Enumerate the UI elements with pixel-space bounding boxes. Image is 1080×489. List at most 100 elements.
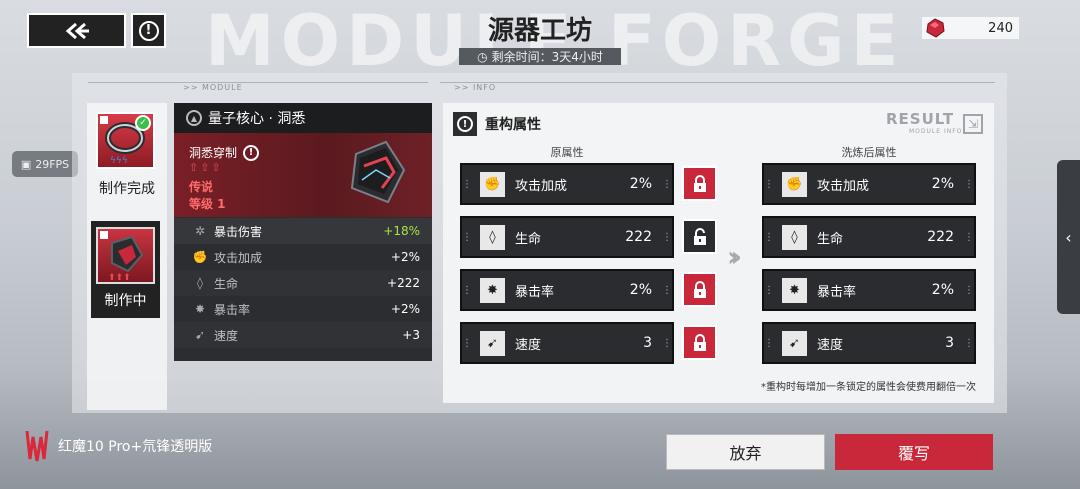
page-title: 源器工坊 <box>487 16 592 46</box>
info-square-icon: ! <box>453 112 477 136</box>
result-label: RESULT <box>886 110 955 128</box>
gem-icon <box>926 18 945 38</box>
module-stat-value: +2% <box>390 302 420 316</box>
drag-handle-icon: ⋮ <box>764 284 774 296</box>
info-title: 重构属性 <box>485 117 541 133</box>
module-skill-name: 洞悉穿制 <box>189 146 238 160</box>
result-corner-icon: ⇲ <box>963 114 983 134</box>
remaining-time: ◷ 剩余时间：3天4小时 <box>459 48 621 65</box>
info-header: ! 重构属性 <box>453 112 541 136</box>
attribute-row: ⋮ ✊ 攻击加成 2% ⋮ <box>762 163 976 205</box>
section-divider-module <box>88 82 428 83</box>
drag-handle-icon: ⋮ <box>462 284 472 296</box>
lock-icon <box>693 333 706 351</box>
module-stat-row: ✸ 暴击率 +2% <box>174 296 432 322</box>
drag-handle-icon: ⋮ <box>964 178 974 190</box>
lock-toggle-locked[interactable] <box>682 325 717 360</box>
module-rarity: 传说 <box>189 180 214 194</box>
module-stat-name: 速度 <box>214 328 239 343</box>
drop-icon: ◊ <box>782 224 807 250</box>
abandon-button[interactable]: 放弃 <box>666 434 825 470</box>
drag-handle-icon: ⋮ <box>764 178 774 190</box>
fps-counter: ▣ 29FPS <box>12 151 78 177</box>
drag-handle-icon: ⋮ <box>964 284 974 296</box>
drag-handle-icon: ⋮ <box>462 231 472 243</box>
copy-icon: ▣ <box>20 157 32 171</box>
module-stat-row: ➹ 速度 +3 <box>174 322 432 348</box>
module-type-icon: ▲ <box>186 110 202 126</box>
attribute-name: 暴击率 <box>515 284 555 300</box>
unlock-icon <box>693 227 706 245</box>
burst-icon: ✸ <box>194 302 206 316</box>
svg-text:⬆⬆⬆: ⬆⬆⬆ <box>108 273 131 282</box>
device-watermark: 红魔10 Pro+氘锋透明版 <box>24 429 212 463</box>
attribute-name: 速度 <box>515 337 542 353</box>
redmagic-logo-icon <box>25 430 49 462</box>
attribute-row: ⋮ ✸ 暴击率 2% ⋮ <box>762 269 976 311</box>
lock-icon <box>693 174 706 192</box>
check-icon: ✓ <box>135 115 151 131</box>
fist-icon: ✊ <box>192 250 208 264</box>
fist-icon: ✊ <box>480 171 505 197</box>
attribute-value: 3 <box>643 335 652 351</box>
drag-handle-icon: ⋮ <box>964 231 974 243</box>
attribute-row: ⋮ ➹ 速度 3 ⋮ <box>460 322 674 364</box>
side-drawer-tab[interactable]: ‹ <box>1057 160 1080 314</box>
skill-info-icon[interactable]: ! <box>243 144 260 161</box>
drag-handle-icon: ⋮ <box>764 231 774 243</box>
attribute-value: 2% <box>931 176 954 192</box>
boot-icon: ➹ <box>194 328 206 342</box>
attribute-row: ⋮ ◊ 生命 222 ⋮ <box>762 216 976 258</box>
burst-icon: ✸ <box>782 277 807 303</box>
module-stat-name: 暴击率 <box>214 302 251 317</box>
attribute-name: 攻击加成 <box>817 178 870 194</box>
upgrade-arrows-icon: ⇧⇧⇧ <box>189 161 223 174</box>
boot-icon: ➹ <box>782 330 807 356</box>
attribute-name: 速度 <box>817 337 844 353</box>
drag-handle-icon: ⋮ <box>662 178 672 190</box>
drag-handle-icon: ⋮ <box>662 284 672 296</box>
module-header: 量子核心 · 洞悉 <box>174 103 432 133</box>
module-stat-name: 生命 <box>214 276 239 291</box>
drag-handle-icon: ⋮ <box>662 231 672 243</box>
module-stat-row: ✊ 攻击加成 +2% <box>174 244 432 270</box>
section-label-info: >> INFO <box>454 83 497 92</box>
original-attributes-header: 原属性 <box>550 146 584 159</box>
craft-slot-in-progress-label: 制作中 <box>104 293 147 309</box>
svg-text:ϟϟϟ: ϟϟϟ <box>110 156 128 166</box>
lock-toggle-locked[interactable] <box>682 166 717 201</box>
module-stat-name: 暴击伤害 <box>214 224 263 239</box>
attribute-name: 暴击率 <box>817 284 857 300</box>
attribute-value: 222 <box>625 229 652 245</box>
attribute-name: 攻击加成 <box>515 178 568 194</box>
attribute-value: 222 <box>927 229 954 245</box>
module-stat-row: ◊ 生命 +222 <box>174 270 432 296</box>
attribute-value: 2% <box>629 282 652 298</box>
lock-toggle-unlocked[interactable] <box>682 219 717 254</box>
attribute-row: ⋮ ◊ 生命 222 ⋮ <box>460 216 674 258</box>
device-watermark-text: 红魔10 Pro+氘锋透明版 <box>58 439 213 455</box>
warning-icon: ! <box>457 116 473 132</box>
burst-icon: ✸ <box>480 277 505 303</box>
refined-attributes-header: 洗炼后属性 <box>841 146 897 159</box>
chevron-left-icon: ‹ <box>1065 227 1072 247</box>
attribute-name: 生命 <box>817 231 844 247</box>
currency-value: 240 <box>988 20 1013 36</box>
attribute-row: ⋮ ➹ 速度 3 ⋮ <box>762 322 976 364</box>
attribute-row: ⋮ ✸ 暴击率 2% ⋮ <box>460 269 674 311</box>
rewrite-button[interactable]: 覆写 <box>835 434 993 470</box>
fist-icon: ✊ <box>782 171 807 197</box>
section-divider-info <box>440 82 995 83</box>
crafting-module-image: ⬆⬆⬆ <box>96 227 155 284</box>
craft-slot-completed-label: 制作完成 <box>99 181 155 197</box>
module-stat-value: +3 <box>402 328 420 342</box>
drag-handle-icon: ⋮ <box>462 178 472 190</box>
lock-toggle-locked[interactable] <box>682 272 717 307</box>
module-stat-value: +18% <box>383 224 420 238</box>
drag-handle-icon: ⋮ <box>964 337 974 349</box>
double-chevron-right-icon: ›› <box>727 240 742 273</box>
module-level: 等级 1 <box>189 197 226 211</box>
module-name: 量子核心 · 洞悉 <box>208 111 306 127</box>
module-crystal-image <box>350 140 406 204</box>
fps-value: 29FPS <box>35 157 70 171</box>
